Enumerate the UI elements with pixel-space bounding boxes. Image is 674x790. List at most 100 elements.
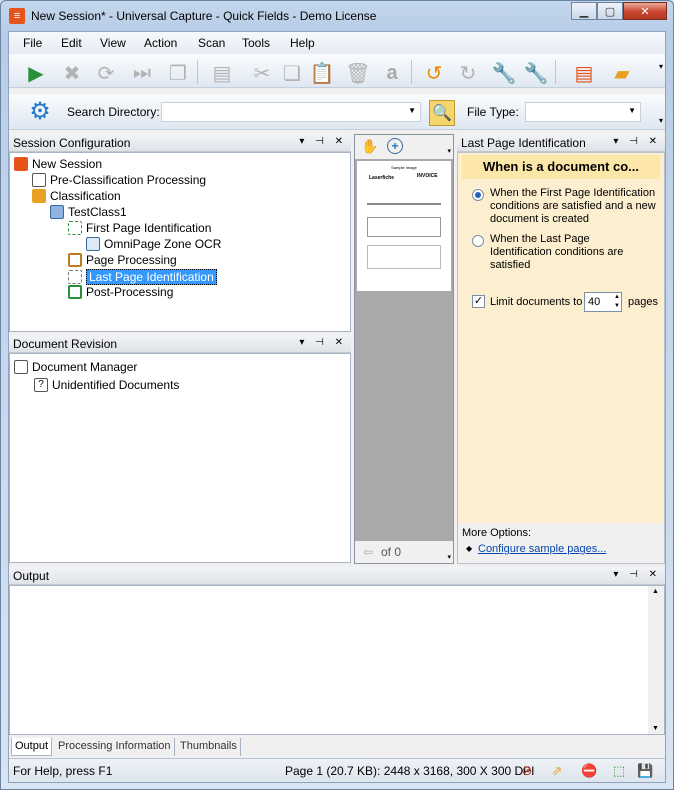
cut-icon[interactable]: ✂ xyxy=(249,60,275,86)
tree-item-testclass1[interactable]: TestClass1 xyxy=(50,205,127,219)
last-page-heading: When is a document co... xyxy=(462,155,660,179)
tab-output[interactable]: Output xyxy=(11,738,53,756)
tab-thumbnails[interactable]: Thumbnails xyxy=(177,738,241,756)
reprocess-icon[interactable]: ⟳ xyxy=(93,60,119,86)
tree-item-first-page-id[interactable]: First Page Identification xyxy=(68,221,211,235)
menu-file[interactable]: File xyxy=(23,36,42,50)
output-scrollbar[interactable]: ▲ ▼ xyxy=(648,586,664,734)
last-page-title: Last Page Identification xyxy=(461,136,586,150)
tab-processing-information[interactable]: Processing Information xyxy=(55,738,175,756)
toolbar-overflow-icon[interactable]: ▾ xyxy=(659,62,663,71)
panel-controls[interactable]: ▾ ⊣ ✕ xyxy=(299,136,347,147)
menu-tools[interactable]: Tools xyxy=(242,36,270,50)
export-icon[interactable]: ⇗ xyxy=(549,763,565,779)
redo-icon[interactable]: ↻ xyxy=(455,60,481,86)
panel-controls[interactable]: ▾ ⊣ ✕ xyxy=(299,337,347,348)
run-icon[interactable]: ▶ xyxy=(23,60,49,86)
tree-item-document-manager[interactable]: Document Manager xyxy=(14,360,137,374)
option-first-page-label: When the First Page Identification condi… xyxy=(490,187,656,225)
no-entry-icon[interactable]: ⊘ xyxy=(519,763,535,779)
chevron-down-icon: ▼ xyxy=(628,106,636,115)
page-info-text: Page 1 (20.7 KB): 2448 x 3168, 300 X 300… xyxy=(285,764,535,778)
page-count: of 0 xyxy=(381,545,402,559)
output-title: Output xyxy=(13,569,50,583)
scroll-down-icon[interactable]: ▼ xyxy=(652,725,659,732)
document-manager-icon xyxy=(14,360,28,374)
toolbar-overflow-icon[interactable]: ▾ xyxy=(447,147,451,155)
rename-icon[interactable]: a xyxy=(379,60,405,86)
ocr-icon xyxy=(86,237,100,251)
status-bar: For Help, press F1 Page 1 (20.7 KB): 244… xyxy=(9,758,665,782)
hand-tool-icon[interactable]: ✋ xyxy=(361,138,378,155)
gear-icon[interactable]: ⚙ xyxy=(27,98,53,125)
menu-scan[interactable]: Scan xyxy=(198,36,225,50)
tree-item-unidentified[interactable]: ? Unidentified Documents xyxy=(34,378,179,392)
more-options-label: More Options: xyxy=(462,527,532,539)
tree-item-omnipage-ocr[interactable]: OmniPage Zone OCR xyxy=(86,237,221,251)
search-directory-combo[interactable]: ▼ xyxy=(161,102,421,122)
settings-icon[interactable]: 🔧 xyxy=(491,60,517,86)
doc-revision-title: Document Revision xyxy=(13,337,118,351)
stop-icon[interactable]: ✖ xyxy=(59,60,85,86)
more-options-section: More Options: ◆ Configure sample pages..… xyxy=(458,523,664,563)
last-page-panel: When is a document co... When the First … xyxy=(457,152,665,564)
option-first-page-radio[interactable] xyxy=(472,189,484,201)
folder-icon[interactable]: ▰ xyxy=(609,60,635,86)
save-icon[interactable]: 💾 xyxy=(637,763,653,779)
configure-sample-pages-link[interactable]: Configure sample pages... xyxy=(478,543,606,555)
tree-item-post-processing[interactable]: Post-Processing xyxy=(68,285,173,299)
main-toolbar: ▶ ✖ ⟳ ⏭ ❐ ▤ ✂ ❏ 📋 🗑 a ↺ ↻ 🔧 🔧 ▤ ▰ ▾ xyxy=(9,54,665,88)
session-config-title: Session Configuration xyxy=(13,136,131,150)
undo-icon[interactable]: ↺ xyxy=(421,60,447,86)
paste-icon[interactable]: 📋 xyxy=(309,60,335,86)
preview-nav: ⇦ of 0 ▾ xyxy=(355,541,453,563)
copy-icon[interactable]: ❏ xyxy=(279,60,305,86)
options-icon[interactable]: 🔧 xyxy=(523,60,549,86)
file-type-combo[interactable]: ▼ xyxy=(525,102,641,122)
stop-sign-icon[interactable]: ⛔ xyxy=(581,763,597,779)
toolbar-overflow-icon[interactable]: ▾ xyxy=(659,116,663,125)
tree-item-classification[interactable]: Classification xyxy=(32,189,121,203)
session-icon xyxy=(14,157,28,171)
scroll-up-icon[interactable]: ▲ xyxy=(652,588,659,595)
option-last-page-label: When the Last Page Identification condit… xyxy=(490,233,624,271)
menu-edit[interactable]: Edit xyxy=(61,36,82,50)
limit-pages-suffix: pages xyxy=(628,296,658,308)
session-config-header: Session Configuration ▾ ⊣ ✕ xyxy=(9,134,351,152)
class-icon xyxy=(50,205,64,219)
search-icon[interactable]: 🔍 xyxy=(429,100,455,126)
close-button[interactable]: ✕ xyxy=(623,2,667,20)
fit-page-icon[interactable]: ⬚ xyxy=(611,763,627,779)
last-page-header: Last Page Identification ▾ ⊣ ✕ xyxy=(457,134,665,152)
app-window: ≡ New Session* - Universal Capture - Qui… xyxy=(0,0,674,790)
minimize-button[interactable]: ▁ xyxy=(571,2,597,20)
menu-help[interactable]: Help xyxy=(290,36,315,50)
prev-page-icon[interactable]: ⇦ xyxy=(363,545,373,559)
tree-item-pre-classification[interactable]: Pre-Classification Processing xyxy=(32,173,206,187)
step-icon[interactable]: ⏭ xyxy=(129,60,155,86)
session-config-tree: New Session Pre-Classification Processin… xyxy=(9,152,351,332)
tree-item-last-page-id[interactable]: Last Page Identification xyxy=(68,269,217,285)
sample-page-thumbnail[interactable]: Sample Image Laserfiche INVOICE xyxy=(357,161,451,291)
app-icon[interactable]: ≡ xyxy=(9,8,25,24)
menu-view[interactable]: View xyxy=(100,36,126,50)
question-icon: ? xyxy=(34,378,48,392)
stepper-arrows-icon[interactable]: ▲ ▼ xyxy=(614,293,620,311)
limit-documents-checkbox[interactable]: ✓ xyxy=(472,295,485,308)
menu-action[interactable]: Action xyxy=(144,36,177,50)
pages-icon[interactable]: ❐ xyxy=(165,60,191,86)
toolbar-overflow-icon[interactable]: ▾ xyxy=(447,553,451,561)
limit-pages-stepper[interactable]: 40 ▲ ▼ xyxy=(584,292,622,312)
zoom-in-icon[interactable]: + xyxy=(387,138,403,154)
scanner-icon[interactable]: ▤ xyxy=(209,60,235,86)
option-last-page-radio[interactable] xyxy=(472,235,484,247)
maximize-button[interactable]: ▢ xyxy=(597,2,623,20)
doc-revision-header: Document Revision ▾ ⊣ ✕ xyxy=(9,335,351,353)
title-bar[interactable]: ≡ New Session* - Universal Capture - Qui… xyxy=(1,1,673,31)
delete-icon[interactable]: 🗑 xyxy=(345,60,371,86)
tree-item-page-processing[interactable]: Page Processing xyxy=(68,253,177,267)
panel-controls[interactable]: ▾ ⊣ ✕ xyxy=(613,136,661,147)
panel-controls[interactable]: ▾ ⊣ ✕ xyxy=(613,569,661,580)
document-icon[interactable]: ▤ xyxy=(571,60,597,86)
tree-item-new-session[interactable]: New Session xyxy=(14,157,102,171)
